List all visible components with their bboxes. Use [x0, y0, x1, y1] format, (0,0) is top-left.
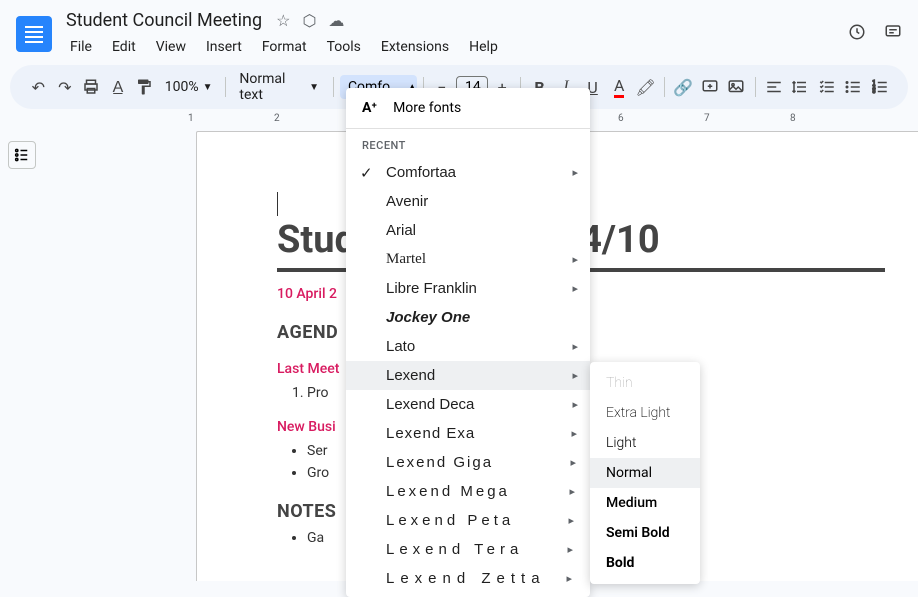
menu-insert[interactable]: Insert [198, 35, 250, 59]
weight-medium[interactable]: Medium [590, 488, 700, 518]
text-color-button[interactable]: A [607, 73, 632, 101]
font-item-martel[interactable]: Martel [346, 245, 590, 274]
recent-label: RECENT [346, 129, 590, 158]
bullet-list-button[interactable] [841, 73, 866, 101]
font-item-arial[interactable]: Arial [346, 216, 590, 245]
weight-extra-light[interactable]: Extra Light [590, 398, 700, 428]
menu-help[interactable]: Help [461, 35, 506, 59]
menu-extensions[interactable]: Extensions [373, 35, 457, 59]
menubar: FileEditViewInsertFormatToolsExtensionsH… [62, 35, 848, 59]
align-button[interactable] [761, 73, 786, 101]
redo-button[interactable]: ↷ [53, 73, 78, 101]
font-item-jockey-one[interactable]: Jockey One [346, 303, 590, 332]
outline-toggle-icon[interactable] [8, 141, 36, 169]
weight-light[interactable]: Light [590, 428, 700, 458]
font-item-lexend-deca[interactable]: Lexend Deca [346, 390, 590, 419]
font-item-lexend-peta[interactable]: Lexend Peta [346, 506, 590, 535]
docs-logo[interactable] [16, 16, 52, 52]
weight-submenu: ThinExtra LightLightNormalMediumSemi Bol… [590, 362, 700, 584]
menu-edit[interactable]: Edit [104, 35, 144, 59]
svg-text:3: 3 [872, 89, 875, 95]
history-icon[interactable] [848, 23, 866, 45]
highlight-button[interactable]: 🖍 [633, 73, 658, 101]
font-item-comfortaa[interactable]: Comfortaa [346, 158, 590, 187]
font-item-lexend-tera[interactable]: Lexend Tera [346, 535, 590, 564]
weight-bold[interactable]: Bold [590, 548, 700, 578]
move-icon[interactable]: ⬡ [302, 11, 316, 30]
menu-file[interactable]: File [62, 35, 100, 59]
cloud-icon[interactable]: ☁ [328, 11, 344, 30]
font-item-lato[interactable]: Lato [346, 332, 590, 361]
menu-format[interactable]: Format [254, 35, 315, 59]
menu-tools[interactable]: Tools [319, 35, 369, 59]
undo-button[interactable]: ↶ [26, 73, 51, 101]
font-item-avenir[interactable]: Avenir [346, 187, 590, 216]
paint-format-button[interactable] [132, 73, 157, 101]
checklist-button[interactable] [814, 73, 839, 101]
print-button[interactable] [79, 73, 104, 101]
comment-add-button[interactable] [697, 73, 722, 101]
paragraph-style-select[interactable]: Normal text ▼ [231, 71, 327, 103]
zoom-select[interactable]: 100% ▼ [159, 79, 219, 95]
line-spacing-button[interactable] [788, 73, 813, 101]
weight-normal[interactable]: Normal [590, 458, 700, 488]
font-item-lexend-exa[interactable]: Lexend Exa [346, 419, 590, 448]
spellcheck-button[interactable]: A̲ [106, 73, 131, 101]
weight-semi-bold[interactable]: Semi Bold [590, 518, 700, 548]
vertical-ruler[interactable] [40, 131, 56, 581]
weight-thin[interactable]: Thin [590, 368, 700, 398]
more-fonts-button[interactable]: A⁺ More fonts [346, 88, 590, 129]
menu-view[interactable]: View [148, 35, 194, 59]
font-item-lexend[interactable]: Lexend [346, 361, 590, 390]
star-icon[interactable]: ☆ [276, 11, 290, 30]
font-item-libre-franklin[interactable]: Libre Franklin [346, 274, 590, 303]
comments-icon[interactable] [884, 23, 902, 45]
doc-title[interactable]: Student Council Meeting [62, 8, 266, 33]
font-item-lexend-mega[interactable]: Lexend Mega [346, 477, 590, 506]
font-item-lexend-giga[interactable]: Lexend Giga [346, 448, 590, 477]
font-dropdown: A⁺ More fonts RECENT ComfortaaAvenirAria… [346, 88, 590, 597]
image-button[interactable] [724, 73, 749, 101]
numbered-list-button[interactable]: 123 [868, 73, 893, 101]
font-item-lexend-zetta[interactable]: Lexend Zetta [346, 564, 590, 593]
add-font-icon: A⁺ [362, 100, 377, 116]
text-cursor [277, 192, 278, 216]
link-button[interactable]: 🔗 [671, 73, 696, 101]
